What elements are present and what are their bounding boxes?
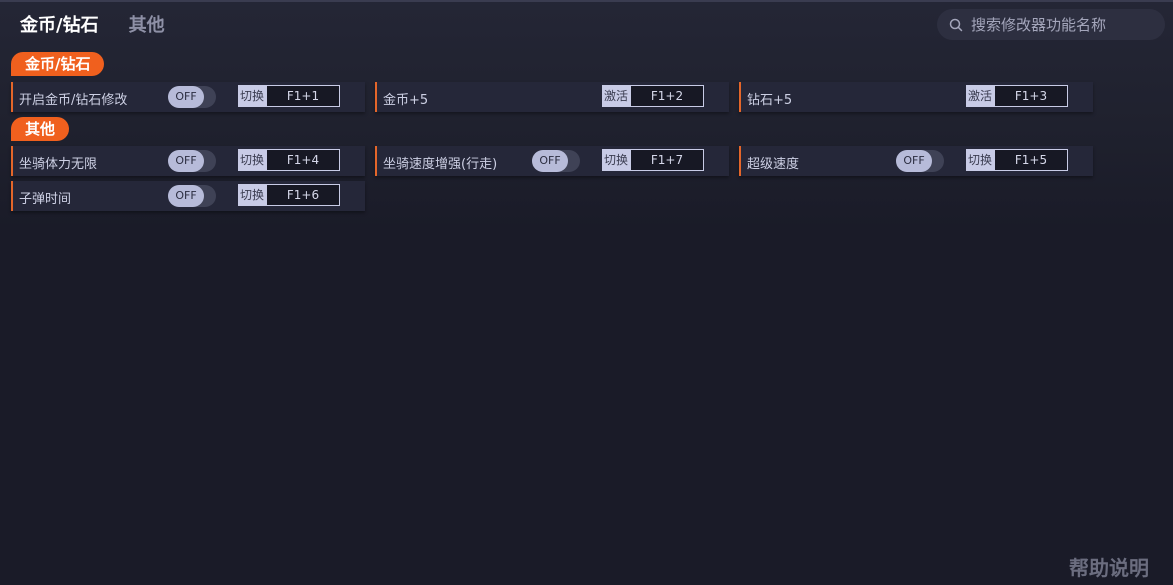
toggle-state: OFF [168, 86, 204, 108]
trainer-window: 金币/钻石 其他 金币/钻石 开启金币/钻石修改 OFF 切换 F1+1 金币+… [0, 0, 1173, 585]
search-box[interactable] [937, 9, 1165, 40]
toggle-switch[interactable]: OFF [532, 150, 580, 172]
row-gold-diamond: 开启金币/钻石修改 OFF 切换 F1+1 金币+5 激活 F1+2 钻石+5 … [11, 82, 1103, 112]
toggle-switch[interactable]: OFF [168, 150, 216, 172]
hotkey-action-label: 激活 [602, 85, 630, 107]
help-link[interactable]: 帮助说明 [1069, 552, 1149, 581]
section-title-other: 其他 [11, 117, 70, 141]
toggle-state: OFF [168, 150, 204, 172]
cheat-enable-gold-diamond: 开启金币/钻石修改 OFF 切换 F1+1 [11, 82, 365, 112]
toggle-switch[interactable]: OFF [168, 185, 216, 207]
hotkey-action-label: 切换 [966, 149, 994, 171]
cheat-label: 超级速度 [747, 157, 800, 172]
hotkey-field[interactable]: F1+6 [266, 184, 340, 206]
hotkey-field[interactable]: F1+4 [266, 149, 340, 171]
cheat-diamond-plus-5: 钻石+5 激活 F1+3 [739, 82, 1093, 112]
cheat-bullet-time: 子弹时间 OFF 切换 F1+6 [11, 181, 365, 211]
top-divider [0, 0, 1173, 2]
search-input[interactable] [969, 14, 1163, 35]
cheat-label: 坐骑速度增强(行走) [383, 157, 498, 172]
hotkey-field[interactable]: F1+1 [266, 85, 340, 107]
cheat-gold-plus-5: 金币+5 激活 F1+2 [375, 82, 729, 112]
toggle-switch[interactable]: OFF [168, 86, 216, 108]
hotkey-action-label: 切换 [238, 149, 266, 171]
cheat-mount-speed: 坐骑速度增强(行走) OFF 切换 F1+7 [375, 146, 729, 176]
cheat-label: 金币+5 [383, 93, 429, 108]
cheat-mount-stamina: 坐骑体力无限 OFF 切换 F1+4 [11, 146, 365, 176]
hotkey-action-label: 激活 [966, 85, 994, 107]
hotkey-action-label: 切换 [238, 184, 266, 206]
section-title-gold-diamond: 金币/钻石 [11, 52, 105, 76]
hotkey-field[interactable]: F1+2 [630, 85, 704, 107]
hotkey-field[interactable]: F1+7 [630, 149, 704, 171]
toggle-state: OFF [532, 150, 568, 172]
hotkey-field[interactable]: F1+3 [994, 85, 1068, 107]
category-tabs: 金币/钻石 其他 [20, 8, 195, 40]
toggle-state: OFF [896, 150, 932, 172]
hotkey-field[interactable]: F1+5 [994, 149, 1068, 171]
cheat-label: 坐骑体力无限 [19, 157, 98, 172]
cheat-label: 开启金币/钻石修改 [19, 93, 128, 108]
cheat-label: 子弹时间 [19, 192, 72, 207]
search-icon [949, 18, 963, 31]
cheat-label: 钻石+5 [747, 93, 793, 108]
hotkey-action-label: 切换 [602, 149, 630, 171]
row-other-1: 坐骑体力无限 OFF 切换 F1+4 坐骑速度增强(行走) OFF 切换 F1+… [11, 146, 1103, 176]
tab-other[interactable]: 其他 [129, 11, 165, 37]
toggle-switch[interactable]: OFF [896, 150, 944, 172]
row-other-2: 子弹时间 OFF 切换 F1+6 [11, 181, 375, 211]
hotkey-action-label: 切换 [238, 85, 266, 107]
tab-gold-diamond[interactable]: 金币/钻石 [20, 11, 99, 37]
cheat-super-speed: 超级速度 OFF 切换 F1+5 [739, 146, 1093, 176]
toggle-state: OFF [168, 185, 204, 207]
